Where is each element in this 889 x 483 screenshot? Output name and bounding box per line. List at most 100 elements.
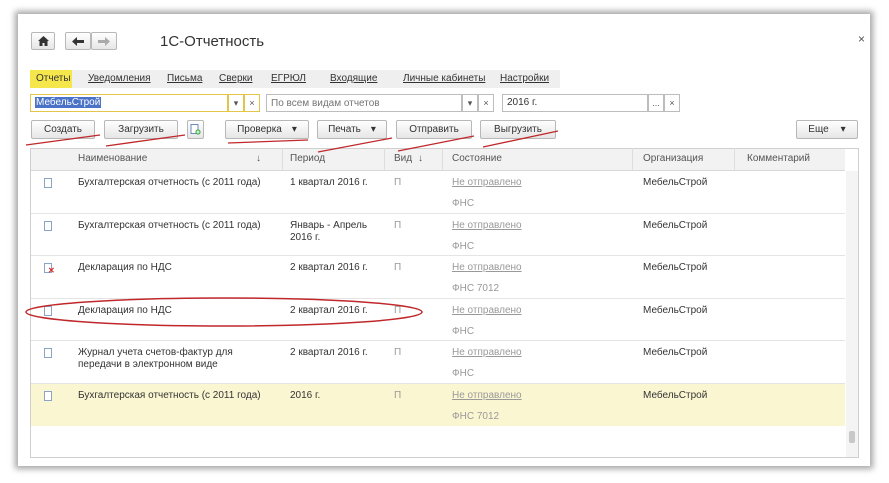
tab-settings[interactable]: Настройки: [494, 70, 555, 88]
report-organization: МебельСтрой: [643, 219, 708, 231]
period-select-button[interactable]: ...: [648, 94, 664, 112]
report-kind: П: [394, 347, 402, 358]
close-icon[interactable]: ×: [858, 32, 865, 46]
chevron-down-icon: ▾: [840, 124, 846, 135]
report-recipient: ФНС: [452, 198, 475, 209]
report-period: 2 квартал 2016 г.: [290, 262, 368, 273]
column-header-comment[interactable]: Комментарий: [747, 148, 810, 170]
report-state-link[interactable]: Не отправлено: [452, 390, 522, 402]
column-header-name[interactable]: Наименование: [78, 148, 147, 170]
column-header-org[interactable]: Организация: [643, 148, 703, 170]
chevron-down-icon: ▾: [291, 124, 297, 135]
report-recipient: ФНС 7012: [452, 283, 500, 294]
column-header-state[interactable]: Состояние: [452, 148, 502, 170]
document-icon: [44, 178, 52, 188]
column-divider: [442, 148, 443, 170]
table-header: [31, 149, 845, 171]
column-divider: [282, 148, 283, 170]
document-icon: [44, 390, 52, 401]
column-divider: [384, 148, 385, 170]
tab-incoming[interactable]: Входящие: [324, 70, 383, 88]
report-kind: П: [394, 389, 402, 401]
tab-notifications[interactable]: Уведомления: [82, 70, 157, 88]
clear-icon: ×: [249, 98, 255, 108]
add-file-button[interactable]: [187, 120, 204, 139]
vertical-scrollbar[interactable]: [846, 171, 858, 457]
sort-arrow-icon[interactable]: ↓: [418, 148, 423, 170]
organization-field[interactable]: МебельСтрой: [30, 94, 228, 112]
report-name: Бухгалтерская отчетность (с 2011 года): [78, 177, 261, 188]
tab-egrul[interactable]: ЕГРЮЛ: [265, 70, 312, 88]
tab-personal-accounts[interactable]: Личные кабинеты: [397, 70, 491, 88]
check-button-label: Проверка: [237, 124, 282, 135]
report-recipient: ФНС: [452, 240, 475, 252]
report-organization: МебельСтрой: [643, 262, 708, 273]
document-icon: [44, 348, 52, 358]
document-icon: [44, 305, 52, 316]
organization-clear-button[interactable]: ×: [244, 94, 260, 112]
report-period: 2 квартал 2016 г.: [290, 304, 368, 316]
clear-icon: ×: [483, 98, 489, 108]
report-kind-clear-button[interactable]: ×: [478, 94, 494, 112]
column-header-kind[interactable]: Вид: [394, 148, 412, 170]
export-button[interactable]: Выгрузить: [480, 120, 556, 139]
more-button-label: Еще: [808, 124, 829, 135]
report-kind: П: [394, 219, 402, 231]
period-clear-button[interactable]: ×: [664, 94, 680, 112]
app-window: 1С-Отчетность × Отчеты Уведомления Письм…: [18, 14, 870, 466]
send-button[interactable]: Отправить: [396, 120, 472, 139]
report-state-link[interactable]: Не отправлено: [452, 305, 522, 317]
scrollbar-thumb[interactable]: [849, 431, 855, 443]
report-name: Декларация по НДС: [78, 304, 172, 316]
report-state-link[interactable]: Не отправлено: [452, 220, 522, 232]
report-organization: МебельСтрой: [643, 304, 708, 316]
chevron-down-icon: ▾: [370, 124, 376, 135]
report-kind: П: [394, 304, 402, 316]
report-recipient: ФНС 7012: [452, 410, 500, 422]
report-organization: МебельСтрой: [643, 347, 708, 358]
add-file-icon: [190, 124, 201, 135]
window-title: 1С-Отчетность: [160, 33, 265, 50]
create-button[interactable]: Создать: [31, 120, 95, 139]
more-button[interactable]: Еще ▾: [796, 120, 858, 139]
report-recipient: ФНС: [452, 325, 475, 337]
period-field[interactable]: 2016 г.: [502, 94, 648, 112]
load-button[interactable]: Загрузить: [104, 120, 178, 139]
tab-reconciliations[interactable]: Сверки: [213, 70, 259, 88]
report-organization: МебельСтрой: [643, 177, 708, 188]
report-period: 1 квартал 2016 г.: [290, 177, 368, 188]
tab-letters[interactable]: Письма: [161, 70, 208, 88]
organization-dropdown-button[interactable]: ▾: [228, 94, 244, 112]
chevron-down-icon: ▾: [233, 97, 239, 108]
chevron-down-icon: ▾: [467, 97, 473, 108]
home-icon: [37, 36, 49, 46]
report-recipient: ФНС: [452, 368, 475, 379]
forward-button[interactable]: [91, 32, 117, 50]
annotation-underline: [227, 139, 309, 144]
report-state-link[interactable]: Не отправлено: [452, 262, 522, 274]
report-state-link[interactable]: Не отправлено: [452, 177, 522, 189]
period-value: 2016 г.: [507, 97, 538, 108]
check-button[interactable]: Проверка ▾: [225, 120, 309, 139]
report-kind-field[interactable]: [266, 94, 462, 112]
sort-arrow-icon[interactable]: ↓: [256, 148, 261, 170]
report-name: Журнал учета счетов-фактур для передачи …: [78, 347, 233, 370]
report-kind: П: [394, 262, 402, 273]
document-error-icon: ✕: [44, 263, 55, 275]
report-kind-dropdown-button[interactable]: ▾: [462, 94, 478, 112]
print-button[interactable]: Печать ▾: [317, 120, 387, 139]
column-header-period[interactable]: Период: [290, 148, 325, 170]
report-name: Бухгалтерская отчетность (с 2011 года): [78, 389, 261, 401]
report-name: Бухгалтерская отчетность (с 2011 года): [78, 219, 261, 231]
organization-value: МебельСтрой: [35, 97, 102, 108]
tab-reports[interactable]: Отчеты: [30, 70, 72, 88]
arrow-right-icon: [98, 36, 110, 46]
home-button[interactable]: [31, 32, 55, 50]
back-button[interactable]: [65, 32, 91, 50]
report-organization: МебельСтрой: [643, 389, 708, 401]
arrow-left-icon: [72, 36, 84, 46]
column-divider: [734, 148, 735, 170]
column-divider: [632, 148, 633, 170]
report-state-link[interactable]: Не отправлено: [452, 347, 522, 359]
print-button-label: Печать: [328, 124, 361, 135]
